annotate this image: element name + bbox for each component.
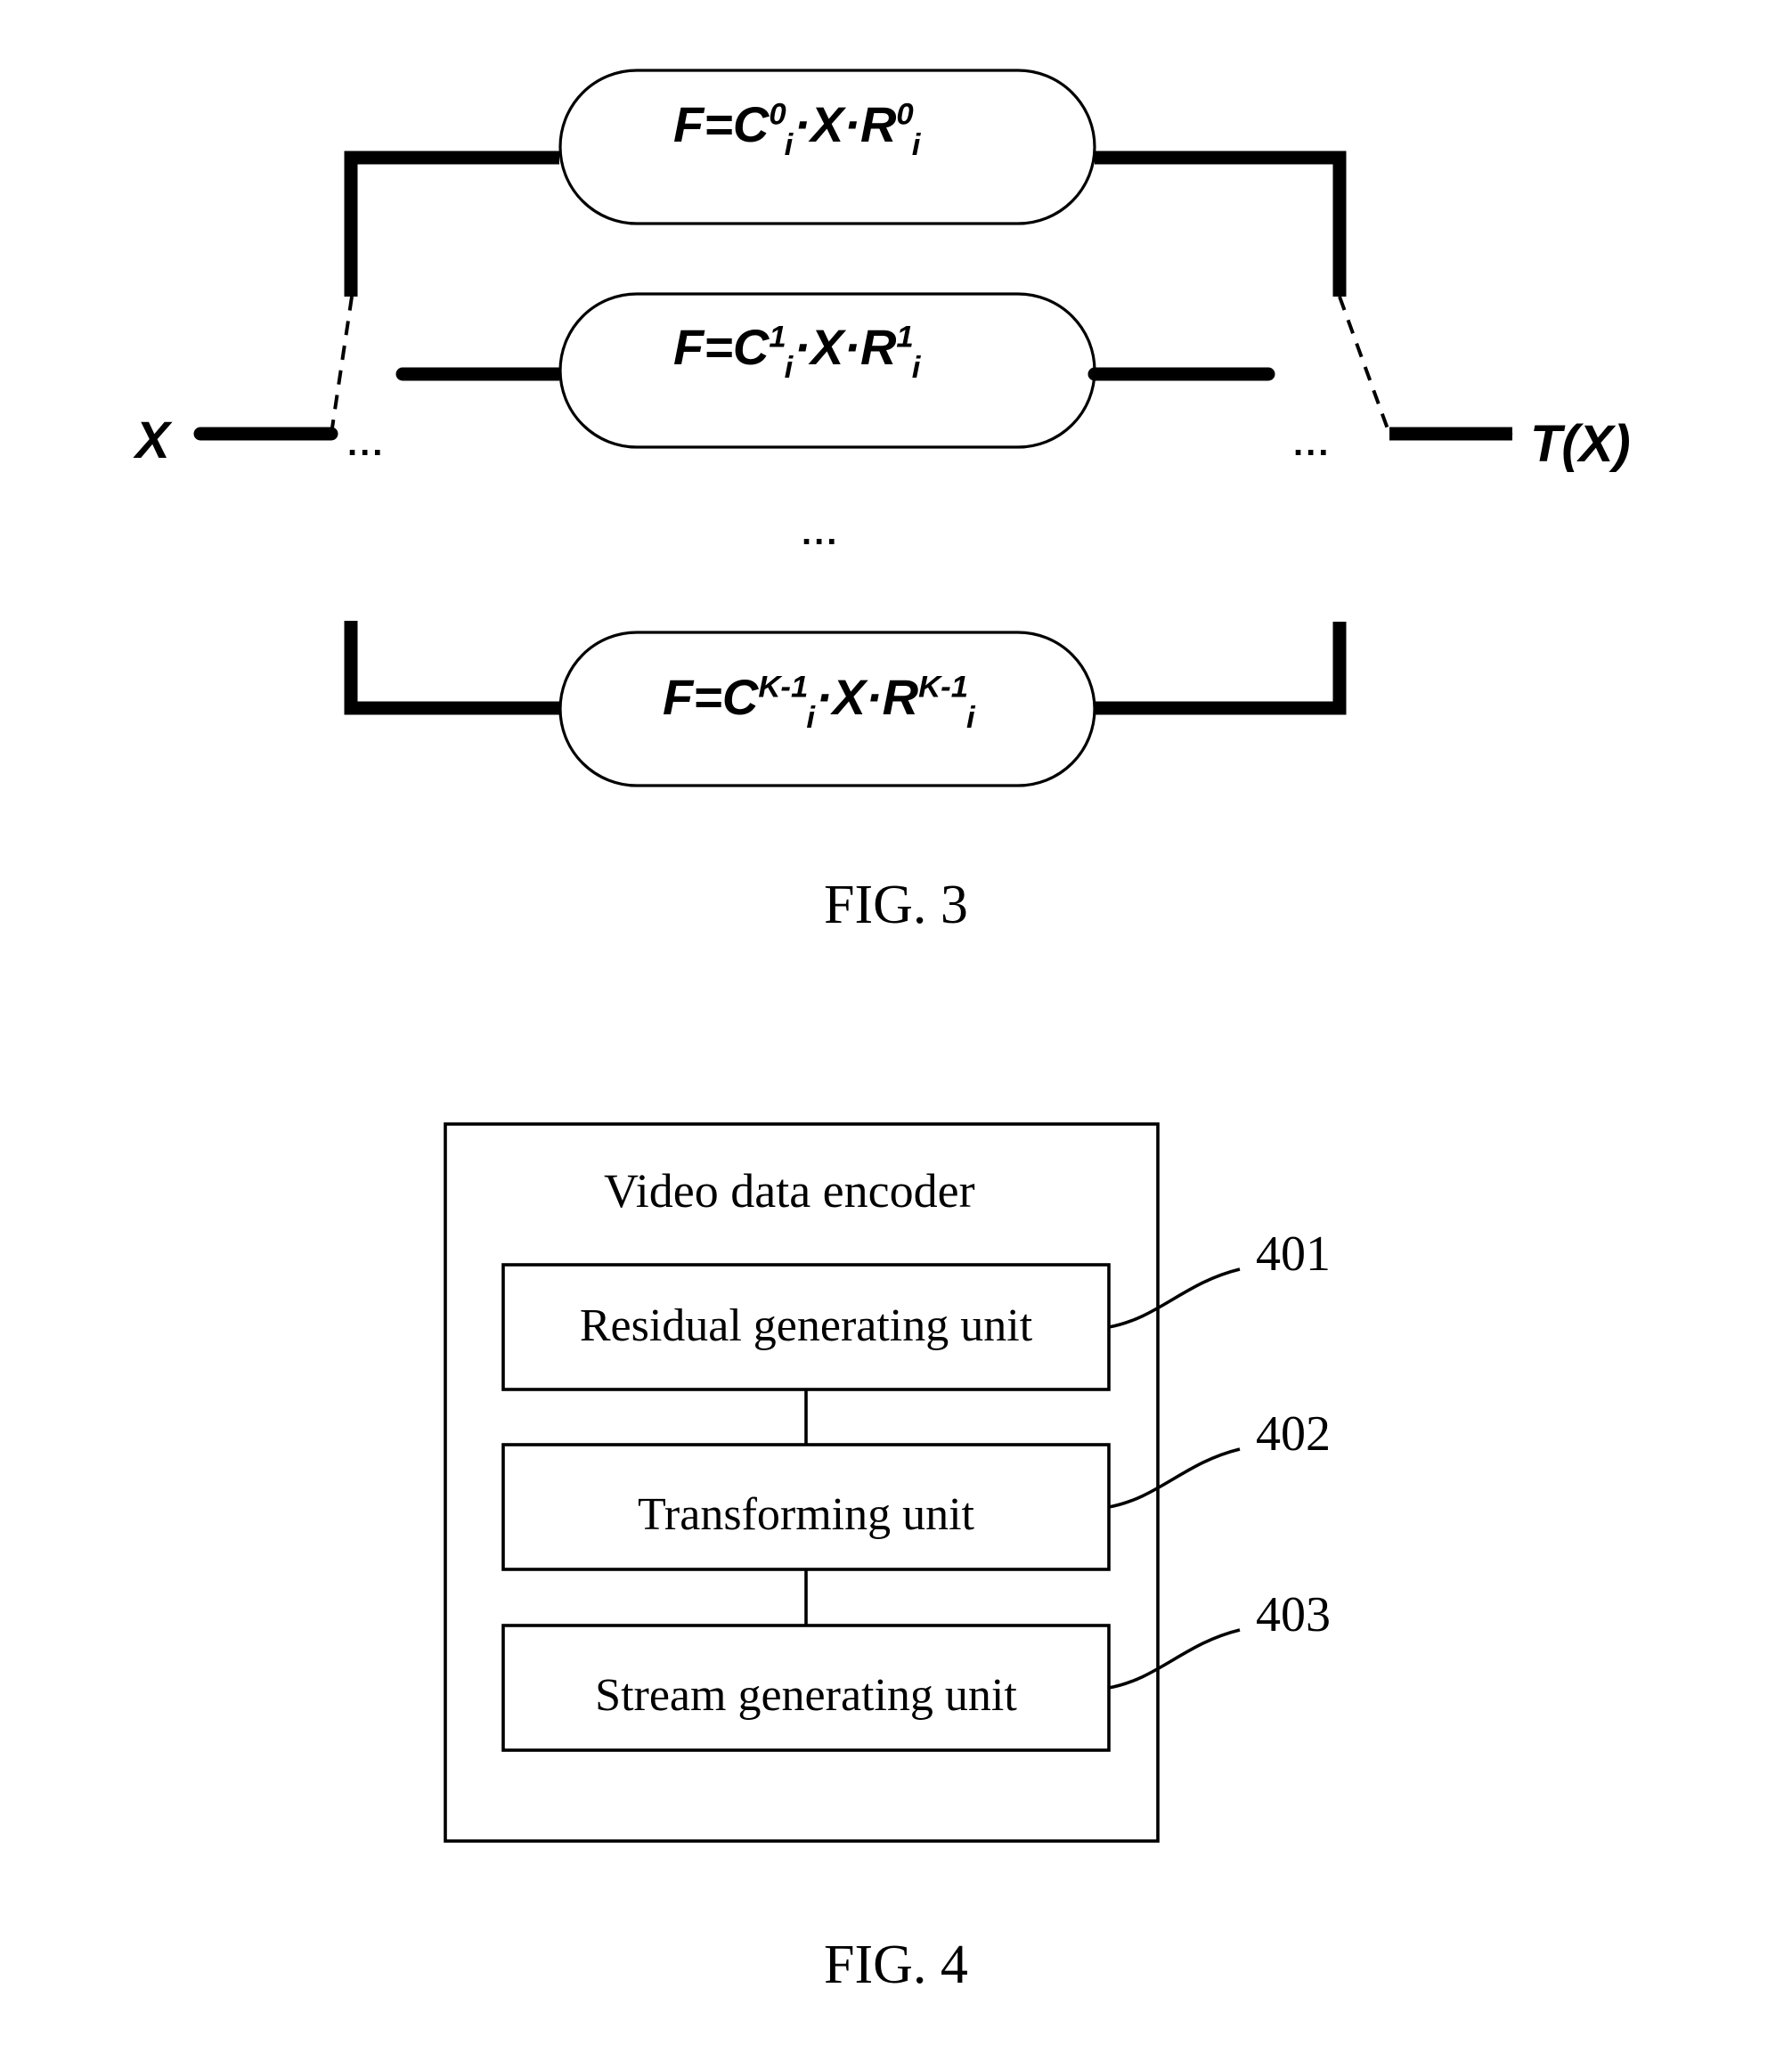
fig4-container-title: Video data encoder — [604, 1164, 975, 1218]
formula-subscript-2: i — [806, 700, 815, 735]
fig3-branch-formula-2: F=CK-1i·X·RK-1i — [663, 669, 976, 733]
fig3-input-bus-bottom — [344, 621, 560, 715]
fig3-ellipsis-right: ... — [1293, 424, 1332, 463]
formula-mid-0: ·X·R — [794, 96, 897, 152]
formula-subscript2-0: i — [911, 127, 921, 162]
fig3-output-label: T(X) — [1530, 415, 1631, 473]
formula-superscript-2: K-1 — [758, 670, 809, 705]
fig3-input-bus-top — [344, 151, 560, 297]
formula-lhs-0: F=C — [673, 96, 770, 152]
fig3-input-dashed-connector — [330, 296, 354, 435]
fig3-branch-formula-0: F=C0i·X·R0i — [673, 97, 921, 160]
fig4-reference-numeral-403: 403 — [1256, 1587, 1331, 1642]
fig3-output-bus-bottom — [1095, 622, 1347, 715]
fig3-output-bus-top — [1095, 151, 1347, 297]
fig3-ellipsis-left: ... — [347, 424, 386, 463]
patent-figure-page: X ... F=C0i·X·R0i F=C1i·X·R1i ... F=CK-1… — [0, 0, 1792, 2045]
formula-superscript2-0: 0 — [896, 97, 914, 132]
fig3-input-label: X — [135, 411, 170, 469]
formula-mid-1: ·X·R — [794, 319, 897, 375]
fig3-branch-formula-1: F=C1i·X·R1i — [673, 319, 921, 383]
formula-superscript2-1: 1 — [896, 320, 914, 354]
formula-lhs-1: F=C — [673, 319, 770, 375]
fig4-reference-numeral-402: 402 — [1256, 1406, 1331, 1462]
formula-mid-2: ·X·R — [815, 669, 919, 725]
fig3-caption: FIG. 3 — [824, 875, 968, 935]
fig4-unit-label-stream-generating-unit: Stream generating unit — [595, 1670, 1017, 1721]
formula-subscript-1: i — [784, 350, 794, 385]
fig4-unit-label-residual-generating-unit: Residual generating unit — [579, 1300, 1033, 1351]
fig4-unit-label-transforming-unit: Transforming unit — [638, 1489, 974, 1540]
fig4-reference-numeral-401: 401 — [1256, 1226, 1331, 1282]
formula-lhs-2: F=C — [663, 669, 759, 725]
formula-subscript-0: i — [784, 127, 794, 162]
formula-superscript-1: 1 — [769, 320, 786, 354]
fig3-ellipsis-middle: ... — [802, 513, 840, 552]
fig3-output-dashed-connector — [1338, 296, 1391, 435]
figure-line-art — [193, 69, 1513, 1843]
formula-superscript2-2: K-1 — [918, 670, 969, 705]
formula-subscript2-2: i — [966, 700, 975, 735]
fig4-caption: FIG. 4 — [824, 1935, 968, 1995]
formula-subscript2-1: i — [911, 350, 921, 385]
formula-superscript-0: 0 — [769, 97, 786, 132]
